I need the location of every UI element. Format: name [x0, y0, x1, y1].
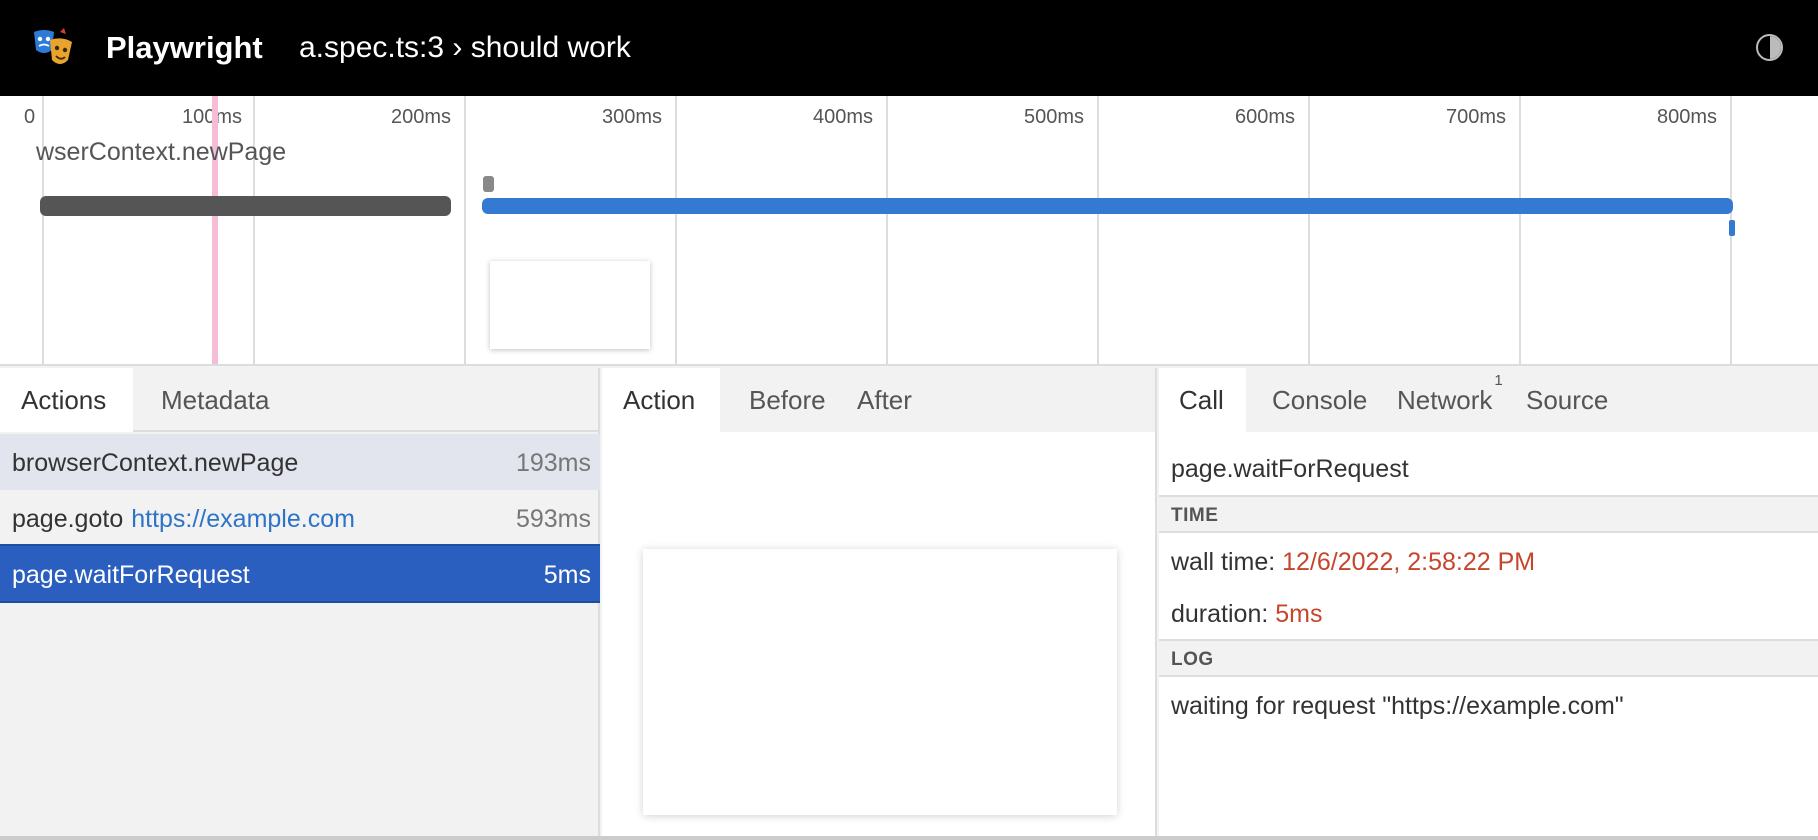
tab-action[interactable]: Action — [602, 368, 720, 432]
snapshot-frame[interactable] — [643, 549, 1117, 815]
log-section-header: LOG — [1159, 639, 1818, 677]
action-name: page.goto — [12, 505, 124, 533]
tab-actions[interactable]: Actions — [0, 368, 133, 432]
app-brand: Playwright — [106, 30, 263, 65]
time-section-header: TIME — [1159, 495, 1818, 533]
duration-value: 5ms — [1275, 600, 1323, 628]
action-name: browserContext.newPage — [12, 449, 299, 477]
duration-label: duration: — [1171, 600, 1269, 628]
gridline — [253, 96, 255, 364]
wall-time-label: wall time: — [1171, 548, 1276, 576]
tab-call[interactable]: Call — [1159, 368, 1246, 432]
call-title: page.waitForRequest — [1171, 455, 1409, 483]
gridline — [675, 96, 677, 364]
tab-metadata[interactable]: Metadata — [133, 368, 293, 432]
gridline — [1519, 96, 1521, 364]
tab-network-label: Network — [1397, 385, 1493, 415]
app-header: Playwright a.spec.ts:3 › should work — [0, 0, 1818, 96]
gridline — [42, 96, 44, 364]
timeline-bar-small[interactable] — [483, 176, 494, 192]
contrast-toggle-icon[interactable] — [1756, 34, 1783, 61]
timeline-bar-waitforrequest[interactable] — [1729, 220, 1735, 236]
tick-label: 200ms — [391, 106, 452, 128]
timeline-bar-goto[interactable] — [482, 198, 1733, 214]
actions-tabbar: Actions Metadata — [0, 368, 598, 432]
tick-label: 500ms — [1024, 106, 1085, 128]
gridline — [886, 96, 888, 364]
log-line: waiting for request "https://example.com… — [1171, 692, 1624, 720]
tab-source[interactable]: Source — [1517, 368, 1637, 432]
details-tabbar: Call Console Network1 Source — [1159, 368, 1818, 432]
bottom-edge — [0, 836, 1818, 840]
gridline — [1308, 96, 1310, 364]
tab-network[interactable]: Network1 — [1370, 368, 1517, 432]
tab-after[interactable]: After — [833, 368, 938, 432]
timeline-cursor — [212, 96, 218, 364]
actions-pane: Actions Metadata browserContext.newPage … — [0, 368, 600, 840]
snapshot-tabbar: Action Before After — [602, 368, 1155, 432]
network-count-badge: 1 — [1494, 372, 1503, 390]
wall-time-value: 12/6/2022, 2:58:22 PM — [1282, 548, 1536, 576]
action-duration: 5ms — [543, 561, 591, 589]
tab-before[interactable]: Before — [720, 368, 833, 432]
timeline[interactable]: 0 100ms 200ms 300ms 400ms 500ms 600ms 70… — [0, 96, 1818, 366]
action-duration: 193ms — [515, 449, 591, 477]
snapshot-pane: Action Before After — [602, 368, 1157, 840]
timeline-bar-newpage[interactable] — [40, 196, 451, 216]
tick-label: 300ms — [602, 106, 663, 128]
timeline-action-label: wserContext.newPage — [36, 138, 287, 166]
action-row-selected[interactable]: page.waitForRequest 5ms — [0, 544, 600, 603]
test-title: a.spec.ts:3 › should work — [299, 31, 631, 64]
tick-label: 400ms — [813, 106, 874, 128]
action-url: https://example.com — [131, 505, 355, 533]
tick-label: 800ms — [1657, 106, 1718, 128]
wall-time-row: wall time: 12/6/2022, 2:58:22 PM — [1171, 548, 1535, 577]
tick-label: 700ms — [1446, 106, 1507, 128]
gridline — [464, 96, 466, 364]
tab-console[interactable]: Console — [1246, 368, 1370, 432]
details-pane: Call Console Network1 Source page.waitFo… — [1159, 368, 1818, 840]
action-name: page.waitForRequest — [12, 561, 250, 589]
tick-label: 0 — [24, 106, 36, 128]
gridline — [1097, 96, 1099, 364]
action-row[interactable]: page.goto https://example.com 593ms — [0, 490, 600, 546]
action-row[interactable]: browserContext.newPage 193ms — [0, 434, 600, 490]
tick-label: 600ms — [1235, 106, 1296, 128]
playwright-masks-icon — [34, 28, 72, 64]
duration-row: duration: 5ms — [1171, 600, 1322, 629]
action-duration: 593ms — [515, 505, 591, 533]
timeline-thumbnail[interactable] — [490, 261, 650, 349]
